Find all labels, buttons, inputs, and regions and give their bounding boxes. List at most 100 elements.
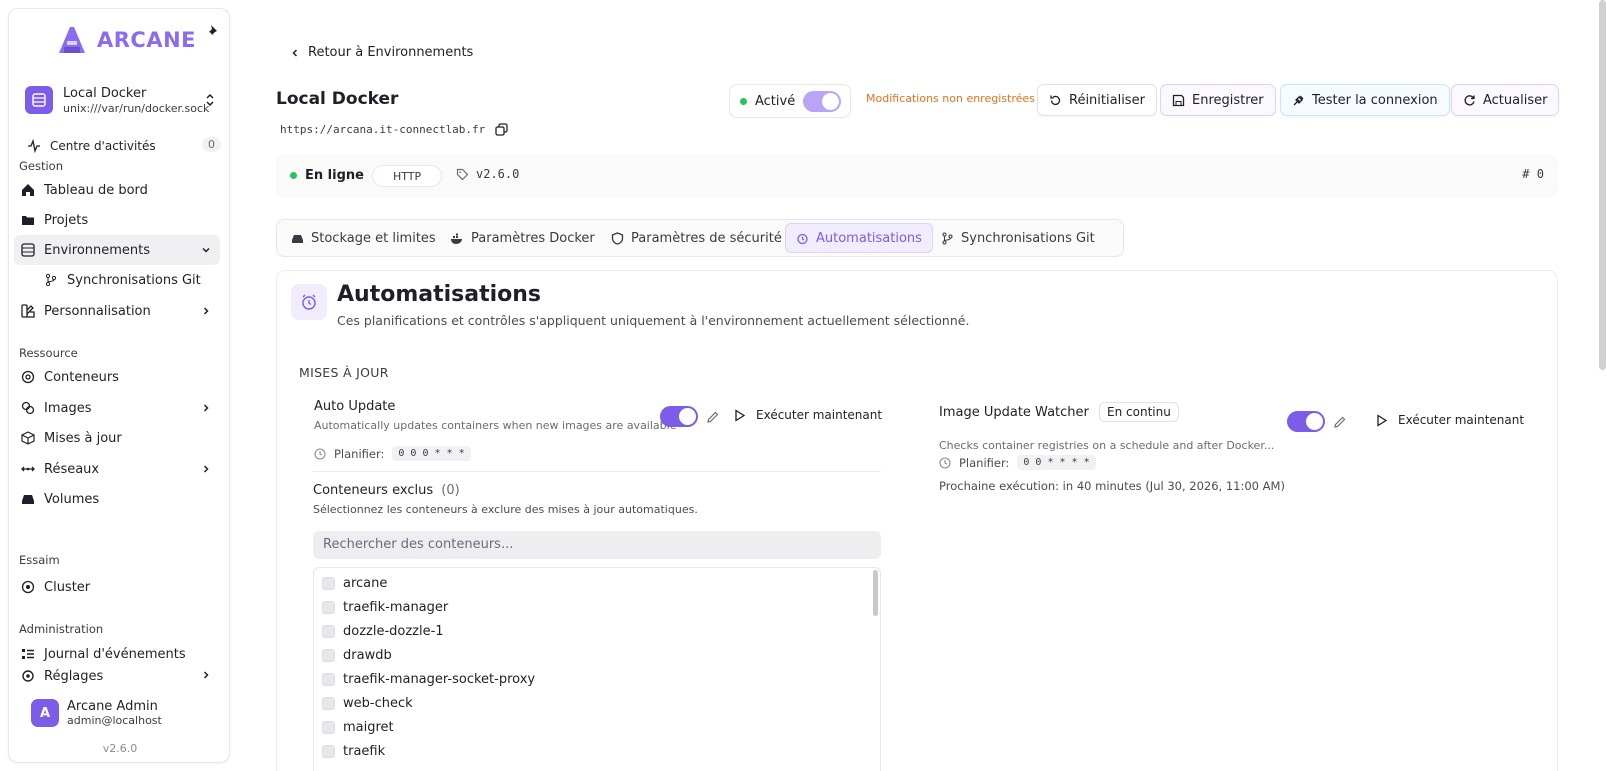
- sidebar-item-cluster[interactable]: Cluster: [14, 572, 220, 602]
- activity-icon: [28, 139, 40, 153]
- container-search-input[interactable]: Rechercher des conteneurs...: [313, 531, 881, 559]
- checkbox[interactable]: [322, 697, 335, 710]
- excluded-count: (0): [441, 483, 460, 498]
- list-scrollbar[interactable]: [873, 570, 878, 616]
- tab-docker[interactable]: Paramètres Docker: [440, 223, 605, 253]
- reset-button[interactable]: Réinitialiser: [1037, 84, 1157, 116]
- list-item[interactable]: traefik-manager-socket-proxy: [322, 672, 535, 687]
- sidebar-item-events[interactable]: Journal d'événements: [14, 639, 220, 669]
- sidebar-item-networks[interactable]: Réseaux: [14, 454, 220, 484]
- watcher-toggle[interactable]: [1287, 411, 1325, 432]
- tab-label: Paramètres de sécurité: [631, 230, 782, 246]
- container-name: maigret: [343, 720, 394, 735]
- reset-icon: [1050, 95, 1061, 105]
- list-item[interactable]: dozzle-dozzle-1: [322, 624, 444, 639]
- sidebar-item-projects[interactable]: Projets: [14, 205, 220, 235]
- brand-logo[interactable]: ARCANE: [55, 23, 196, 57]
- sidebar-item-environments[interactable]: Environnements: [14, 235, 220, 265]
- auto-update-title: Auto Update: [314, 399, 396, 414]
- back-link[interactable]: Retour à Environnements: [290, 45, 473, 60]
- run-label: Exécuter maintenant: [756, 408, 883, 422]
- save-label: Enregistrer: [1192, 92, 1264, 108]
- checkbox[interactable]: [322, 673, 335, 686]
- group-gestion: Gestion: [19, 159, 64, 173]
- refresh-icon: [1464, 94, 1475, 105]
- user-menu[interactable]: A Arcane Admin admin@localhost: [31, 699, 162, 727]
- automations-panel: Automatisations Ces planifications et co…: [276, 270, 1558, 771]
- environment-switcher[interactable]: Local Docker unix:///var/run/docker.sock: [21, 77, 221, 123]
- sidebar-item-label: Réglages: [44, 669, 104, 683]
- protocol-badge: HTTP: [372, 165, 443, 187]
- enabled-label: Activé: [755, 93, 796, 109]
- panel-title: Automatisations: [337, 282, 542, 307]
- edit-icon[interactable]: [1333, 415, 1347, 429]
- excluded-title: Conteneurs exclus: [313, 483, 434, 498]
- online-label: En ligne: [305, 168, 364, 183]
- copy-icon[interactable]: [495, 123, 508, 136]
- sidebar-item-images[interactable]: Images: [14, 393, 220, 423]
- package-icon: [21, 431, 35, 445]
- sidebar-item-label: Réseaux: [44, 461, 100, 477]
- tab-storage[interactable]: Stockage et limites: [281, 223, 446, 253]
- enabled-toggle[interactable]: [803, 90, 842, 112]
- activity-center[interactable]: Centre d'activités 0: [23, 135, 223, 157]
- sidebar-item-git-sync[interactable]: Synchronisations Git: [37, 265, 220, 295]
- sidebar-item-dashboard[interactable]: Tableau de bord: [14, 175, 220, 205]
- checkbox[interactable]: [322, 721, 335, 734]
- layers-icon: [21, 401, 35, 415]
- sidebar-item-updates[interactable]: Mises à jour: [14, 423, 220, 453]
- test-connection-button[interactable]: Tester la connexion: [1280, 84, 1450, 116]
- save-button[interactable]: Enregistrer: [1160, 84, 1276, 116]
- container-name: drawdb: [343, 648, 392, 663]
- hard-drive-icon: [292, 234, 303, 243]
- folder-icon: [22, 216, 34, 225]
- refresh-label: Actualiser: [1483, 92, 1548, 108]
- sidebar-item-customization[interactable]: Personnalisation: [14, 296, 220, 326]
- sidebar-item-label: Environnements: [44, 242, 151, 258]
- watcher-run-button[interactable]: Exécuter maintenant: [1375, 413, 1524, 427]
- avatar: A: [31, 699, 59, 727]
- back-label: Retour à Environnements: [308, 45, 474, 60]
- enabled-toggle-group: Activé: [729, 84, 851, 118]
- pin-icon[interactable]: [205, 23, 221, 39]
- divider: [313, 471, 881, 472]
- sidebar-item-label: Journal d'événements: [44, 646, 186, 662]
- checkbox[interactable]: [322, 745, 335, 758]
- environment-socket: unix:///var/run/docker.sock: [63, 101, 210, 115]
- list-item[interactable]: traefik: [322, 744, 385, 759]
- tab-label: Paramètres Docker: [471, 230, 595, 246]
- version-text: v2.6.0: [476, 167, 520, 181]
- sidebar-item-volumes[interactable]: Volumes: [14, 484, 220, 514]
- version-info: v2.6.0: [456, 167, 519, 181]
- checkbox[interactable]: [322, 649, 335, 662]
- watcher-next-run: Prochaine exécution: in 40 minutes (Jul …: [939, 479, 1285, 493]
- section-heading: MISES À JOUR: [299, 365, 389, 380]
- tab-git-sync[interactable]: Synchronisations Git: [931, 223, 1105, 253]
- list-item[interactable]: drawdb: [322, 648, 392, 663]
- refresh-button[interactable]: Actualiser: [1451, 84, 1560, 116]
- checkbox[interactable]: [322, 577, 335, 590]
- unsaved-changes-text: Modifications non enregistrées: [866, 92, 1035, 105]
- clock-icon: [314, 447, 326, 460]
- checkbox[interactable]: [322, 601, 335, 614]
- test-connection-label: Tester la connexion: [1312, 92, 1438, 108]
- sidebar-item-settings[interactable]: Réglages: [14, 669, 220, 683]
- checkbox[interactable]: [322, 625, 335, 638]
- home-icon: [22, 184, 34, 196]
- tab-security[interactable]: Paramètres de sécurité: [601, 223, 792, 253]
- sidebar-item-containers[interactable]: Conteneurs: [14, 362, 220, 392]
- auto-update-run-button[interactable]: Exécuter maintenant: [733, 408, 882, 422]
- auto-update-toggle[interactable]: [660, 406, 698, 427]
- chevron-left-icon: [292, 48, 298, 57]
- list-item[interactable]: maigret: [322, 720, 394, 735]
- sidebar-item-label: Cluster: [44, 579, 91, 595]
- edit-icon[interactable]: [706, 410, 720, 424]
- page-scrollbar[interactable]: [1599, 0, 1606, 370]
- list-item[interactable]: traefik-manager: [322, 600, 448, 615]
- sidebar-item-label: Synchronisations Git: [67, 272, 201, 288]
- plug-icon: [1293, 95, 1304, 105]
- tab-automations[interactable]: Automatisations: [785, 223, 933, 253]
- list-item[interactable]: arcane: [322, 576, 387, 591]
- list-item[interactable]: web-check: [322, 696, 413, 711]
- chevron-right-icon: [203, 465, 209, 473]
